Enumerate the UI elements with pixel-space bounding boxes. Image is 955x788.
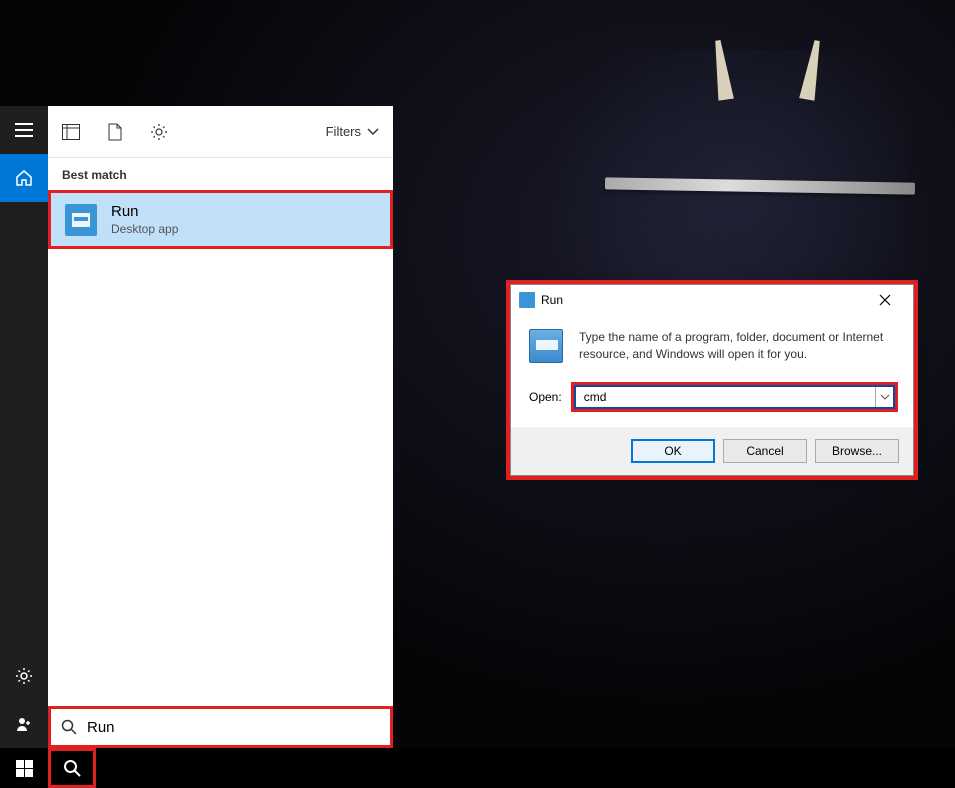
- search-result-subtitle: Desktop app: [111, 222, 178, 236]
- wallpaper-detail: [705, 38, 739, 101]
- run-app-icon: [65, 204, 97, 236]
- run-dialog-description: Type the name of a program, folder, docu…: [579, 329, 895, 363]
- run-dialog-footer: OK Cancel Browse...: [511, 427, 913, 475]
- best-match-label: Best match: [48, 158, 393, 190]
- run-dialog: Run Type the name of a program, folder, …: [510, 284, 914, 476]
- run-dialog-titlebar[interactable]: Run: [511, 285, 913, 315]
- start-menu-rail: [0, 106, 48, 748]
- ok-button[interactable]: OK: [631, 439, 715, 463]
- chevron-down-icon: [367, 128, 379, 136]
- filters-dropdown[interactable]: Filters: [326, 124, 379, 139]
- run-dialog-body: Type the name of a program, folder, docu…: [511, 315, 913, 427]
- apps-scope-icon[interactable]: [62, 124, 80, 140]
- close-icon: [879, 294, 891, 306]
- settings-gear-button[interactable]: [0, 652, 48, 700]
- search-input-row[interactable]: [48, 706, 393, 748]
- taskbar-search-button[interactable]: [48, 748, 96, 788]
- settings-scope-icon[interactable]: [150, 123, 168, 141]
- search-toolbar: Filters: [48, 106, 393, 158]
- wallpaper-detail: [605, 177, 915, 194]
- home-button[interactable]: [0, 154, 48, 202]
- combo-dropdown-button[interactable]: [875, 387, 893, 407]
- close-button[interactable]: [865, 286, 905, 314]
- start-button[interactable]: [0, 748, 48, 788]
- documents-scope-icon[interactable]: [108, 123, 122, 141]
- run-dialog-icon: [529, 329, 563, 363]
- windows-logo-icon: [16, 760, 33, 777]
- browse-button[interactable]: Browse...: [815, 439, 899, 463]
- search-results-area: [48, 249, 393, 706]
- chevron-down-icon: [880, 394, 890, 400]
- search-result-title: Run: [111, 203, 178, 220]
- filters-label: Filters: [326, 124, 361, 139]
- open-combobox[interactable]: [574, 385, 895, 409]
- run-dialog-title: Run: [541, 293, 563, 307]
- cancel-button[interactable]: Cancel: [723, 439, 807, 463]
- search-input[interactable]: [87, 719, 380, 736]
- search-icon: [61, 719, 77, 735]
- user-account-button[interactable]: [0, 700, 48, 748]
- start-search-panel: Filters Best match Run Desktop app: [48, 106, 393, 748]
- run-titlebar-icon: [519, 292, 535, 308]
- open-input[interactable]: [576, 387, 875, 407]
- open-label: Open:: [529, 390, 562, 404]
- wallpaper-detail: [794, 38, 830, 102]
- search-result-text: Run Desktop app: [111, 203, 178, 236]
- search-icon: [63, 759, 81, 777]
- taskbar: [0, 748, 955, 788]
- search-result-run[interactable]: Run Desktop app: [48, 190, 393, 249]
- hamburger-menu-button[interactable]: [0, 106, 48, 154]
